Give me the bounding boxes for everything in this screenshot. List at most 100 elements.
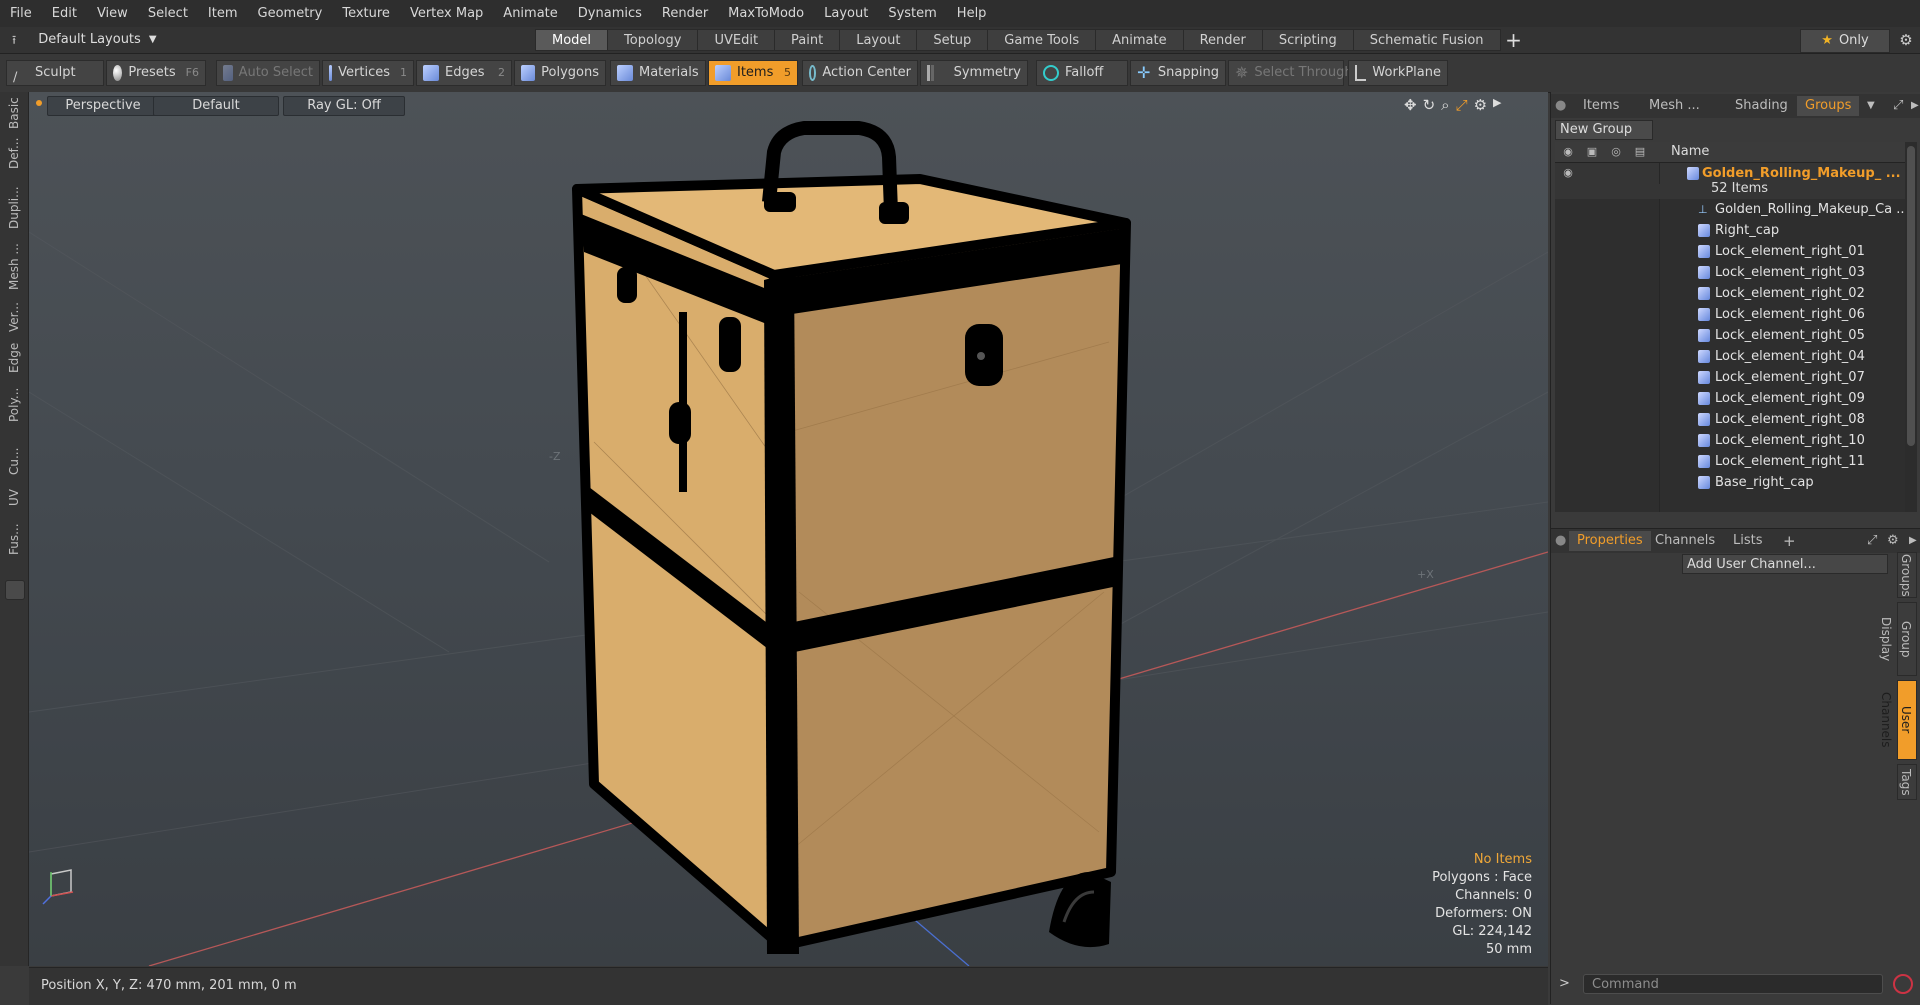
left-tab-polygon[interactable]: Poly... — [3, 384, 25, 426]
menu-maxtomodo[interactable]: MaxToModo — [718, 0, 814, 27]
properties-menu-arrow-icon[interactable]: ▶ — [1909, 531, 1917, 551]
tab-setup[interactable]: Setup — [916, 29, 988, 51]
tab-topology[interactable]: Topology — [607, 29, 698, 51]
add-user-channel-button[interactable]: Add User Channel... — [1682, 554, 1888, 574]
list-item[interactable]: Lock_element_right_07 — [1555, 367, 1905, 388]
polygons-button[interactable]: Polygons — [514, 60, 606, 86]
tab-game-tools[interactable]: Game Tools — [987, 29, 1096, 51]
vertices-button[interactable]: Vertices 1 — [322, 60, 414, 86]
left-tab-uv[interactable]: UV — [3, 484, 25, 512]
eye-icon[interactable]: ◉ — [1561, 167, 1575, 179]
list-item[interactable]: Base_right_cap — [1555, 472, 1905, 493]
presets-button[interactable]: Presets F6 — [106, 60, 206, 86]
add-tab-button[interactable]: + — [1501, 29, 1527, 51]
workplane-button[interactable]: WorkPlane — [1348, 60, 1448, 86]
list-item[interactable]: Lock_element_right_10 — [1555, 430, 1905, 451]
menu-item[interactable]: Item — [198, 0, 248, 27]
tab-channels[interactable]: Channels — [1655, 531, 1715, 551]
side-tab-groups[interactable]: Groups — [1897, 552, 1917, 598]
list-item[interactable]: Lock_element_right_03 — [1555, 262, 1905, 283]
left-tab-basic[interactable]: Basic — [3, 96, 25, 130]
items-button[interactable]: Items 5 — [708, 60, 798, 86]
menu-animate[interactable]: Animate — [493, 0, 567, 27]
tab-animate[interactable]: Animate — [1095, 29, 1183, 51]
panel-dot-icon[interactable]: ● — [1555, 96, 1566, 116]
select-header-icon[interactable]: ▤ — [1633, 146, 1647, 158]
tab-items[interactable]: Items — [1583, 96, 1619, 116]
layout-dropdown[interactable]: ⭱ Default Layouts ▼ — [12, 30, 157, 50]
new-group-button[interactable]: New Group — [1555, 120, 1653, 140]
side-tab-group-display[interactable]: Group Display — [1879, 602, 1917, 676]
list-item[interactable]: Right_cap — [1555, 220, 1905, 241]
properties-gear-icon[interactable]: ⚙ — [1887, 531, 1899, 551]
left-strip-toggle[interactable] — [5, 580, 25, 600]
menu-vertex-map[interactable]: Vertex Map — [400, 0, 493, 27]
menu-help[interactable]: Help — [947, 0, 997, 27]
list-item[interactable]: Lock_element_right_02 — [1555, 283, 1905, 304]
left-tab-duplicate[interactable]: Dupli... — [3, 184, 25, 232]
tab-uvedit[interactable]: UVEdit — [697, 29, 775, 51]
menu-edit[interactable]: Edit — [42, 0, 87, 27]
add-tab-icon[interactable]: + — [1783, 531, 1796, 551]
side-tab-tags[interactable]: Tags — [1897, 764, 1917, 800]
groups-scrollbar[interactable] — [1905, 142, 1917, 512]
only-button[interactable]: ★ Only — [1800, 29, 1890, 53]
menu-system[interactable]: System — [878, 0, 946, 27]
side-tab-user-channels[interactable]: User Channels — [1879, 680, 1917, 760]
action-center-button[interactable]: Action Center — [802, 60, 918, 86]
properties-dot-icon[interactable]: ● — [1555, 531, 1566, 551]
left-tab-edge[interactable]: Edge — [3, 340, 25, 376]
symmetry-button[interactable]: Symmetry — [920, 60, 1028, 86]
list-item[interactable]: Lock_element_right_04 — [1555, 346, 1905, 367]
tab-paint[interactable]: Paint — [774, 29, 840, 51]
tab-shading[interactable]: Shading — [1735, 96, 1788, 116]
sculpt-button[interactable]: ∕ Sculpt — [6, 60, 104, 86]
tab-model[interactable]: Model — [535, 29, 608, 51]
menu-file[interactable]: File — [0, 0, 42, 27]
list-item[interactable]: Lock_element_right_09 — [1555, 388, 1905, 409]
edges-button[interactable]: Edges 2 — [416, 60, 512, 86]
list-item[interactable]: Lock_element_right_06 — [1555, 304, 1905, 325]
left-tab-vertex[interactable]: Ver... — [3, 300, 25, 334]
expand-panel-icon[interactable]: ⤢ — [1893, 96, 1903, 116]
menu-view[interactable]: View — [87, 0, 138, 27]
gear-icon[interactable]: ⚙ — [1896, 30, 1916, 50]
list-item[interactable]: ⊥ Golden_Rolling_Makeup_Ca ... — [1555, 199, 1905, 220]
select-through-button[interactable]: ✵ Select Through — [1228, 60, 1353, 86]
menu-geometry[interactable]: Geometry — [248, 0, 333, 27]
list-item[interactable]: Lock_element_right_08 — [1555, 409, 1905, 430]
tab-properties[interactable]: Properties — [1569, 531, 1651, 551]
menu-dynamics[interactable]: Dynamics — [568, 0, 652, 27]
tab-groups[interactable]: Groups — [1797, 96, 1860, 116]
expand-properties-icon[interactable]: ⤢ — [1867, 531, 1877, 551]
3d-viewport[interactable]: Perspective Default Ray GL: Off ✥ ↻ ⌕ ⤢ … — [29, 92, 1548, 966]
panel-menu-arrow-icon[interactable]: ▶ — [1911, 96, 1919, 116]
left-tab-fusion[interactable]: Fus... — [3, 520, 25, 558]
menu-render[interactable]: Render — [652, 0, 718, 27]
group-row[interactable]: ◉ Golden_Rolling_Makeup_ ... 52 Items — [1555, 163, 1905, 199]
tab-dropdown-icon[interactable]: ▼ — [1867, 96, 1875, 116]
snapping-button[interactable]: ✛ Snapping — [1130, 60, 1226, 86]
left-tab-deform[interactable]: Def... — [3, 136, 25, 170]
scrollbar-thumb[interactable] — [1907, 146, 1915, 446]
menu-select[interactable]: Select — [138, 0, 198, 27]
visibility-header-icon[interactable]: ◉ — [1561, 146, 1575, 158]
list-item[interactable]: Lock_element_right_11 — [1555, 451, 1905, 472]
command-record-button[interactable] — [1893, 974, 1913, 994]
falloff-button[interactable]: Falloff — [1036, 60, 1128, 86]
tab-lists[interactable]: Lists — [1733, 531, 1763, 551]
tab-render[interactable]: Render — [1182, 29, 1262, 51]
name-column-header[interactable]: Name — [1671, 144, 1709, 159]
materials-button[interactable]: Materials — [610, 60, 706, 86]
lock-header-icon[interactable]: ◎ — [1609, 146, 1623, 158]
render-header-icon[interactable]: ▣ — [1585, 146, 1599, 158]
tab-scripting[interactable]: Scripting — [1261, 29, 1353, 51]
list-item[interactable]: Lock_element_right_05 — [1555, 325, 1905, 346]
tab-layout[interactable]: Layout — [839, 29, 917, 51]
auto-select-button[interactable]: Auto Select — [216, 60, 320, 86]
menu-texture[interactable]: Texture — [332, 0, 400, 27]
list-item[interactable]: Lock_element_right_01 — [1555, 241, 1905, 262]
menu-layout[interactable]: Layout — [814, 0, 878, 27]
tab-schematic-fusion[interactable]: Schematic Fusion — [1352, 29, 1501, 51]
left-tab-curve[interactable]: Cu... — [3, 444, 25, 478]
